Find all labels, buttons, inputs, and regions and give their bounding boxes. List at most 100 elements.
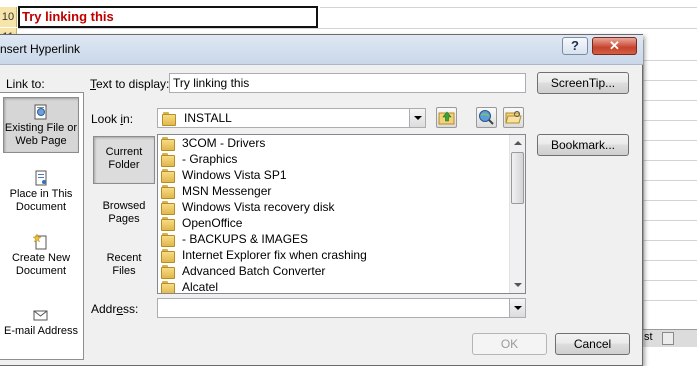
grid-line: [643, 160, 697, 161]
grid-line: [643, 300, 697, 301]
sheet-tab-area[interactable]: st: [640, 329, 697, 347]
grid-line: [643, 120, 697, 121]
browse-web-button[interactable]: [476, 107, 497, 128]
scroll-down-arrow-icon[interactable]: [510, 277, 525, 293]
address-field[interactable]: [157, 298, 526, 318]
list-item[interactable]: Advanced Batch Converter: [161, 263, 325, 279]
up-one-folder-button[interactable]: [436, 107, 457, 128]
look-in-side-tabs: Current Folder Browsed Pages Recent File…: [91, 132, 157, 296]
grid-line: [320, 7, 697, 8]
look-in-label: Look in:: [91, 112, 134, 126]
list-item-label: Windows Vista SP1: [182, 168, 287, 182]
grid-line: [643, 80, 697, 81]
row-header-10[interactable]: 10: [0, 7, 17, 27]
look-in-dropdown[interactable]: INSTALL: [157, 108, 426, 128]
grid-line: [643, 100, 697, 101]
folder-icon: [161, 153, 175, 167]
list-item[interactable]: MSN Messenger: [161, 183, 271, 199]
grid-line: [643, 140, 697, 141]
file-list-scrollbar[interactable]: [509, 135, 525, 293]
link-to-place-line1: Place in This: [9, 188, 73, 200]
link-to-create-new-line2: Document: [15, 265, 67, 277]
browse-file-button[interactable]: [503, 107, 524, 128]
list-item-label: 3COM - Drivers: [182, 136, 266, 150]
grid-line: [643, 280, 697, 281]
tab-recent-files[interactable]: Recent Files: [93, 252, 155, 286]
grid-line: [643, 180, 697, 181]
link-to-existing-file[interactable]: Existing File or Web Page: [3, 97, 79, 153]
text-to-display-label: Text to display:: [90, 77, 170, 91]
link-to-email[interactable]: E-mail Address: [3, 307, 79, 347]
tab-browsed-pages-line1: Browsed: [102, 200, 146, 212]
list-item[interactable]: - BACKUPS & IMAGES: [161, 231, 308, 247]
list-item-label: MSN Messenger: [182, 184, 272, 198]
list-item[interactable]: Alcatel: [161, 279, 219, 294]
list-item-label: OpenOffice: [182, 216, 243, 230]
list-item-label: - Graphics: [182, 152, 238, 166]
link-to-place-in-document[interactable]: Place in This Document: [3, 170, 79, 216]
folder-icon: [161, 265, 175, 279]
screentip-button[interactable]: ScreenTip...: [537, 72, 629, 94]
help-button[interactable]: ?: [562, 37, 588, 55]
grid-line: [643, 60, 697, 61]
grid-line: [643, 260, 697, 261]
list-item-label: Internet Explorer fix when crashing: [182, 248, 367, 262]
list-item[interactable]: Windows Vista recovery disk: [161, 199, 335, 215]
tab-current-folder-line2: Folder: [108, 159, 140, 171]
scroll-up-arrow-icon[interactable]: [510, 135, 525, 151]
insert-hyperlink-dialog: nsert Hyperlink ? ✕ Link to: Text to dis…: [0, 34, 643, 366]
dialog-title: nsert Hyperlink: [0, 42, 81, 56]
dialog-titlebar[interactable]: nsert Hyperlink ? ✕: [0, 35, 643, 65]
browse-web-icon: [479, 110, 494, 125]
folder-icon: [161, 281, 175, 293]
sheet-tab-label[interactable]: st: [644, 331, 653, 343]
link-to-place-line2: Document: [15, 201, 67, 213]
grid-line: [643, 40, 644, 330]
list-item[interactable]: Internet Explorer fix when crashing: [161, 247, 367, 263]
grid-line: [643, 200, 697, 201]
link-to-existing-file-line2: Web Page: [15, 135, 67, 147]
tab-current-folder-line1: Current: [105, 146, 143, 158]
folder-icon: [161, 137, 175, 151]
chevron-down-icon[interactable]: [409, 109, 425, 127]
link-to-create-new-line1: Create New: [11, 252, 71, 264]
folder-icon: [161, 217, 175, 231]
link-to-email-label: E-mail Address: [4, 325, 78, 337]
ok-button[interactable]: OK: [472, 333, 547, 355]
list-item[interactable]: Windows Vista SP1: [161, 167, 287, 183]
grid-line: [643, 220, 697, 221]
open-folder-icon: [505, 111, 522, 124]
tab-current-folder[interactable]: Current Folder: [93, 136, 155, 184]
grid-line: [643, 240, 697, 241]
list-item[interactable]: - Graphics: [161, 151, 237, 167]
cancel-button[interactable]: Cancel: [555, 333, 630, 355]
grid-line: [18, 28, 697, 29]
text-to-display-field[interactable]: Try linking this: [169, 73, 526, 93]
folder-icon: [162, 112, 176, 126]
link-to-panel: Existing File or Web Page Place in This …: [0, 92, 84, 360]
folder-up-icon: [438, 111, 455, 125]
list-item[interactable]: 3COM - Drivers: [161, 135, 265, 151]
tab-browsed-pages-line2: Pages: [108, 213, 140, 225]
list-item-label: Advanced Batch Converter: [182, 264, 326, 278]
chevron-down-icon[interactable]: [509, 299, 525, 317]
tab-recent-files-line1: Recent: [106, 252, 142, 264]
close-button[interactable]: ✕: [592, 37, 637, 55]
scroll-thumb[interactable]: [511, 152, 524, 204]
active-cell[interactable]: Try linking this: [18, 6, 318, 28]
look-in-value: INSTALL: [184, 111, 232, 125]
list-item-label: - BACKUPS & IMAGES: [182, 232, 309, 246]
scroll-left-button[interactable]: [662, 332, 674, 345]
web-page-icon: [34, 104, 47, 120]
document-place-icon: [35, 170, 47, 186]
list-item-label: Alcatel: [182, 280, 219, 294]
file-list[interactable]: 3COM - Drivers - Graphics Windows Vista …: [157, 134, 526, 294]
folder-icon: [161, 169, 175, 183]
bookmark-button[interactable]: Bookmark...: [537, 134, 629, 156]
list-item[interactable]: OpenOffice: [161, 215, 242, 231]
tab-browsed-pages[interactable]: Browsed Pages: [93, 200, 155, 234]
link-to-existing-file-line1: Existing File or: [4, 122, 78, 134]
folder-icon: [161, 233, 175, 247]
folder-icon: [161, 249, 175, 263]
link-to-create-new[interactable]: Create New Document: [3, 234, 79, 280]
